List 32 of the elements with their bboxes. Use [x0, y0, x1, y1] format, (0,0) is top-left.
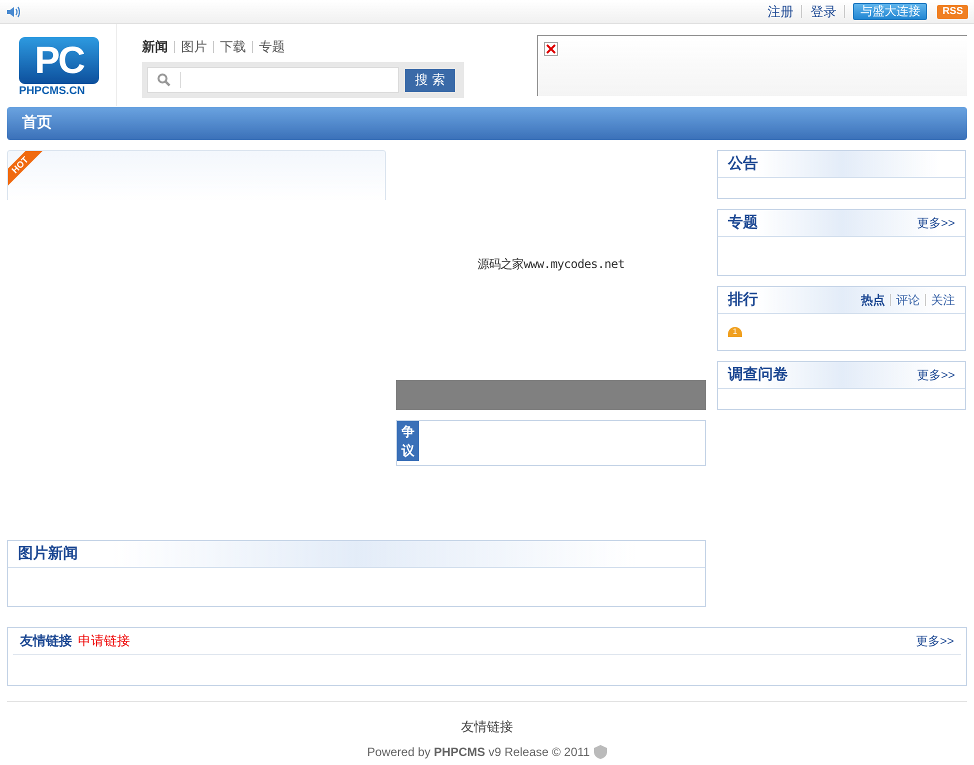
- more-link[interactable]: 更多>>: [916, 632, 954, 650]
- logo-caption: PHPCMS.CN: [19, 84, 86, 98]
- panel-title: 排行: [728, 290, 758, 310]
- panel-title: 图片新闻: [18, 544, 78, 564]
- ranking-tab[interactable]: 关注: [931, 291, 955, 309]
- channel-tab[interactable]: 新闻: [142, 37, 168, 57]
- footer-link[interactable]: 友情链接: [461, 717, 513, 736]
- top-link[interactable]: 登录: [810, 2, 836, 22]
- rank-badge: 1: [728, 327, 742, 337]
- panel-title: 专题: [728, 212, 758, 233]
- channel-tab[interactable]: 专题: [259, 37, 285, 57]
- logo-mark[interactable]: PC: [19, 37, 99, 84]
- panel-title: 调查问卷: [728, 364, 788, 385]
- more-link[interactable]: 更多>>: [916, 366, 955, 384]
- channel-tab[interactable]: 图片: [181, 37, 207, 57]
- speaker-icon[interactable]: [6, 6, 20, 18]
- powered-by-text: Powered by PHPCMS v9 Release © 2011: [367, 744, 590, 760]
- ranking-tab[interactable]: 热点: [861, 291, 885, 309]
- search-button[interactable]: 搜 索: [405, 68, 455, 92]
- search-field[interactable]: [147, 67, 399, 93]
- apply-link[interactable]: 申请链接: [78, 631, 130, 651]
- more-link[interactable]: 更多>>: [916, 214, 955, 232]
- top-link[interactable]: 注册: [767, 2, 794, 22]
- panel-title: 公告: [728, 154, 758, 174]
- dispute-label: 争议: [397, 421, 419, 461]
- shield-icon: [594, 744, 607, 758]
- search-icon: [157, 73, 171, 87]
- slide-caption: 源码之家www.mycodes.net: [478, 256, 624, 273]
- ranking-tab[interactable]: 评论: [896, 291, 920, 309]
- panel-title: 友情链接: [20, 632, 72, 650]
- broken-image-icon: [544, 42, 558, 56]
- channel-tab[interactable]: 下载: [220, 37, 246, 57]
